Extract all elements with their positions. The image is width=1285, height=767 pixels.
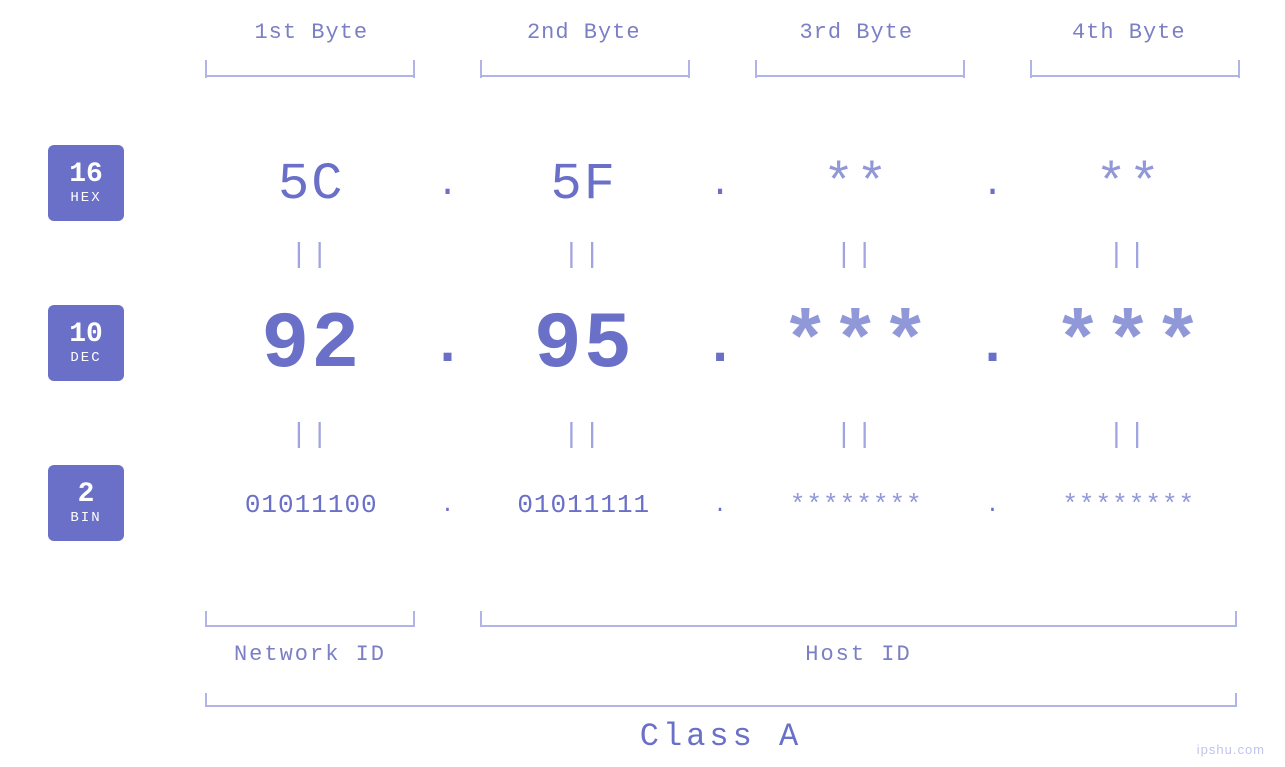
bin-dot3: .	[973, 493, 1013, 518]
tick-t3r	[963, 60, 965, 78]
dec-name: DEC	[70, 350, 101, 366]
class-bracket	[205, 705, 1237, 707]
host-id-label: Host ID	[480, 642, 1237, 667]
watermark: ipshu.com	[1197, 742, 1265, 757]
eq1-b4: ||	[1013, 240, 1246, 271]
main-container: 1st Byte 2nd Byte 3rd Byte 4th Byte 16 H…	[0, 0, 1285, 767]
hex-dot3: .	[973, 164, 1013, 205]
bracket-host	[480, 625, 1237, 627]
hex-name: HEX	[70, 190, 101, 206]
bracket-top-2	[480, 75, 690, 77]
dec-num: 10	[69, 320, 103, 351]
bin-b2: 01011111	[468, 490, 701, 520]
tick-t1r	[413, 60, 415, 78]
dec-dot1: .	[428, 314, 468, 378]
tick-hr	[1235, 611, 1237, 627]
bin-dot2: .	[700, 493, 740, 518]
tick-t3l	[755, 60, 757, 78]
tick-nl	[205, 611, 207, 627]
bin-b3: ********	[740, 490, 973, 520]
tick-t2r	[688, 60, 690, 78]
bracket-network	[205, 625, 415, 627]
eq2-b2: ||	[468, 420, 701, 451]
bin-num: 2	[78, 480, 95, 511]
bin-badge: 2 BIN	[48, 465, 124, 541]
eq-row-1: || || || ||	[195, 240, 1245, 271]
network-id-label: Network ID	[205, 642, 415, 667]
eq1-b2: ||	[468, 240, 701, 271]
eq1-b3: ||	[740, 240, 973, 271]
eq2-b4: ||	[1013, 420, 1246, 451]
hex-b3: **	[740, 155, 973, 214]
dec-b2: 95	[468, 300, 701, 391]
eq1-b1: ||	[195, 240, 428, 271]
hex-b2: 5F	[468, 155, 701, 214]
class-tick-r	[1235, 693, 1237, 707]
tick-t4l	[1030, 60, 1032, 78]
eq2-b3: ||	[740, 420, 973, 451]
hex-num: 16	[69, 160, 103, 191]
bracket-top-4	[1030, 75, 1240, 77]
header-col3: 3rd Byte	[740, 20, 973, 45]
tick-t4r	[1238, 60, 1240, 78]
dec-badge: 10 DEC	[48, 305, 124, 381]
dec-b4: ***	[1013, 300, 1246, 391]
column-headers: 1st Byte 2nd Byte 3rd Byte 4th Byte	[195, 20, 1245, 45]
hex-badge: 16 HEX	[48, 145, 124, 221]
tick-t1l	[205, 60, 207, 78]
dec-row: 92 . 95 . *** . ***	[195, 300, 1245, 391]
hex-dot2: .	[700, 164, 740, 205]
header-col4: 4th Byte	[1013, 20, 1246, 45]
tick-hl	[480, 611, 482, 627]
eq2-b1: ||	[195, 420, 428, 451]
class-label: Class A	[205, 718, 1237, 755]
bin-b1: 01011100	[195, 490, 428, 520]
hex-b1: 5C	[195, 155, 428, 214]
header-col1: 1st Byte	[195, 20, 428, 45]
dec-dot3: .	[973, 314, 1013, 378]
hex-b4: **	[1013, 155, 1246, 214]
dec-b1: 92	[195, 300, 428, 391]
tick-nr	[413, 611, 415, 627]
dec-dot2: .	[700, 314, 740, 378]
bin-b4: ********	[1013, 490, 1246, 520]
bracket-top-1	[205, 75, 415, 77]
bin-name: BIN	[70, 510, 101, 526]
hex-row: 5C . 5F . ** . **	[195, 155, 1245, 214]
tick-t2l	[480, 60, 482, 78]
hex-dot1: .	[428, 164, 468, 205]
bin-row: 01011100 . 01011111 . ******** . *******…	[195, 490, 1245, 520]
bracket-top-3	[755, 75, 965, 77]
bin-dot1: .	[428, 493, 468, 518]
eq-row-2: || || || ||	[195, 420, 1245, 451]
class-tick-l	[205, 693, 207, 707]
dec-b3: ***	[740, 300, 973, 391]
header-col2: 2nd Byte	[468, 20, 701, 45]
